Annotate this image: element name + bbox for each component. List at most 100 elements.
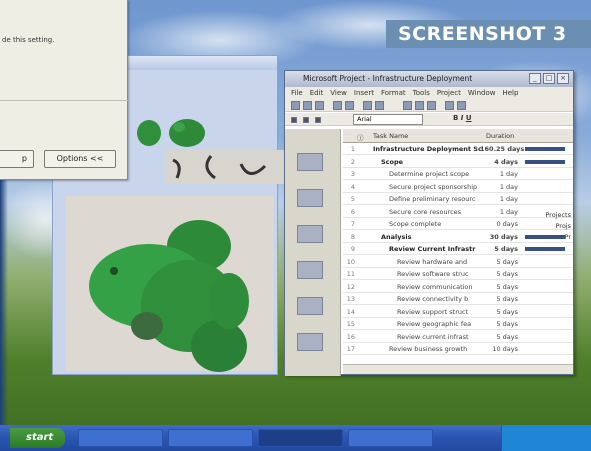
taskbar-item[interactable] [78,429,163,447]
info-icon[interactable] [445,101,454,110]
close-icon[interactable]: × [557,73,569,84]
menu-item-help[interactable]: Help [502,87,518,99]
resource-graph-icon[interactable] [297,333,323,351]
save-icon[interactable] [315,101,324,110]
table-row[interactable]: 13 Review connectivity b5 days [343,294,573,305]
duration-cell[interactable]: 1 day [480,207,518,217]
bold-italic-underline[interactable]: B I U [453,114,472,122]
calendar-view-icon[interactable] [297,153,323,171]
duration-cell[interactable]: 1 day [480,182,518,192]
table-row[interactable]: 12 Review communication 5 days [343,282,573,293]
frog-thumbnail-strip[interactable] [119,113,284,153]
table-row[interactable]: 11 Review software struc 5 days [343,269,573,280]
maximize-icon[interactable]: □ [543,73,555,84]
task-usage-icon[interactable] [297,261,323,279]
table-row[interactable]: 14 Review support struct 5 days [343,307,573,318]
menu-item-file[interactable]: File [291,87,303,99]
help-button[interactable]: p [0,150,34,168]
duration-cell[interactable]: 5 days [480,244,518,254]
gantt-view-icon[interactable] [297,189,323,207]
table-row[interactable]: 4 Secure project sponsorship 1 day [343,182,573,193]
options-button[interactable]: Options << [44,150,116,168]
duration-cell[interactable]: 5 days [480,269,518,279]
start-button[interactable]: start [10,428,65,448]
window-controls: _ □ × [529,73,569,84]
menu-item-insert[interactable]: Insert [354,87,374,99]
shape-palette[interactable] [165,150,285,184]
preview-icon[interactable] [345,101,354,110]
gantt-summary-bar[interactable] [525,159,565,164]
table-row[interactable]: 1 Infrastructure Deployment Sc 160.25 days [343,144,573,155]
duration-cell[interactable]: 0 days [480,219,518,229]
row-id: 4 [350,182,355,191]
font-select[interactable]: Arial [353,114,423,125]
duration-cell[interactable]: 1 day [480,169,518,179]
duration-cell[interactable]: 5 days [480,257,518,267]
table-row[interactable]: 6 Secure core resources 1 day [343,207,573,218]
project-window: Microsoft Project - Infrastructure Deplo… [284,70,574,376]
row-id: 1 [350,145,355,153]
duration-cell[interactable]: 10 days [480,344,518,354]
row-id: 9 [350,245,355,253]
taskbar-item[interactable] [258,429,343,447]
table-row[interactable]: 8 Analysis 30 days [343,232,573,243]
unlink-icon[interactable] [415,101,424,110]
formatting-toolbar: Arial B I U [285,113,573,126]
menu-item-window[interactable]: Window [468,87,496,99]
menu-item-tools[interactable]: Tools [413,87,430,99]
show-icon[interactable] [315,117,321,123]
col-info-icon[interactable]: ⓘ [357,132,364,142]
network-view-icon[interactable] [297,225,323,243]
table-row[interactable]: 10 Review hardware and 5 days [343,257,573,268]
outdent-icon[interactable] [303,117,309,123]
table-row[interactable]: 15 Review geographic fea 5 days [343,319,573,330]
task-name-cell[interactable]: Infrastructure Deployment Sc [373,144,493,154]
duration-cell[interactable]: 5 days [480,282,518,292]
open-icon[interactable] [303,101,312,110]
row-id: 6 [350,207,355,216]
table-row[interactable]: 3 Determine project scope 1 day [343,169,573,180]
notes-icon[interactable] [457,101,466,110]
row-id: 5 [350,195,355,203]
cut-icon[interactable] [363,101,372,110]
table-row[interactable]: 7 Scope complete 0 days [343,219,573,230]
tracking-gantt-icon[interactable] [297,297,323,315]
duration-cell[interactable]: 5 days [480,307,518,317]
duration-cell[interactable]: 160.25 days [480,144,524,154]
minimize-icon[interactable]: _ [529,73,541,84]
duration-cell[interactable]: 5 days [480,319,518,329]
duration-cell[interactable]: 5 days [480,332,518,342]
table-row[interactable]: 2 Scope 4 days [343,157,573,168]
options-dialog: de this setting. p Options << [0,0,128,180]
print-icon[interactable] [333,101,342,110]
table-row[interactable]: 5 Define preliminary resourc 1 day [343,194,573,205]
col-task-name[interactable]: Task Name [373,132,408,140]
link-icon[interactable] [403,101,412,110]
italic-icon: I [460,114,464,122]
col-duration[interactable]: Duration [486,132,514,140]
gantt-summary-bar[interactable] [525,247,565,251]
view-bar [285,129,341,376]
frog-drawing [89,220,249,372]
menu-item-view[interactable]: View [330,87,347,99]
taskbar-item[interactable] [348,429,433,447]
gantt-summary-bar[interactable] [525,147,565,151]
menu-item-edit[interactable]: Edit [310,87,324,99]
taskbar-item[interactable] [168,429,253,447]
indent-icon[interactable] [291,117,297,123]
duration-cell[interactable]: 5 days [480,294,518,304]
duration-cell[interactable]: 4 days [480,157,518,167]
gantt-summary-bar[interactable] [525,234,565,239]
menu-item-project[interactable]: Project [437,87,461,99]
duration-cell[interactable]: 1 day [480,194,518,204]
row-id: 12 [346,282,355,291]
table-row[interactable]: 17 Review business growth 10 days [343,344,573,355]
new-icon[interactable] [291,101,300,110]
split-icon[interactable] [427,101,436,110]
table-row[interactable]: 9 Review Current Infrastr 5 days [343,244,573,255]
table-row[interactable]: 16 Review current infrast 5 days [343,332,573,343]
menu-item-format[interactable]: Format [381,87,406,99]
copy-icon[interactable] [375,101,384,110]
duration-cell[interactable]: 30 days [480,232,518,242]
horizontal-scrollbar[interactable] [343,364,573,374]
